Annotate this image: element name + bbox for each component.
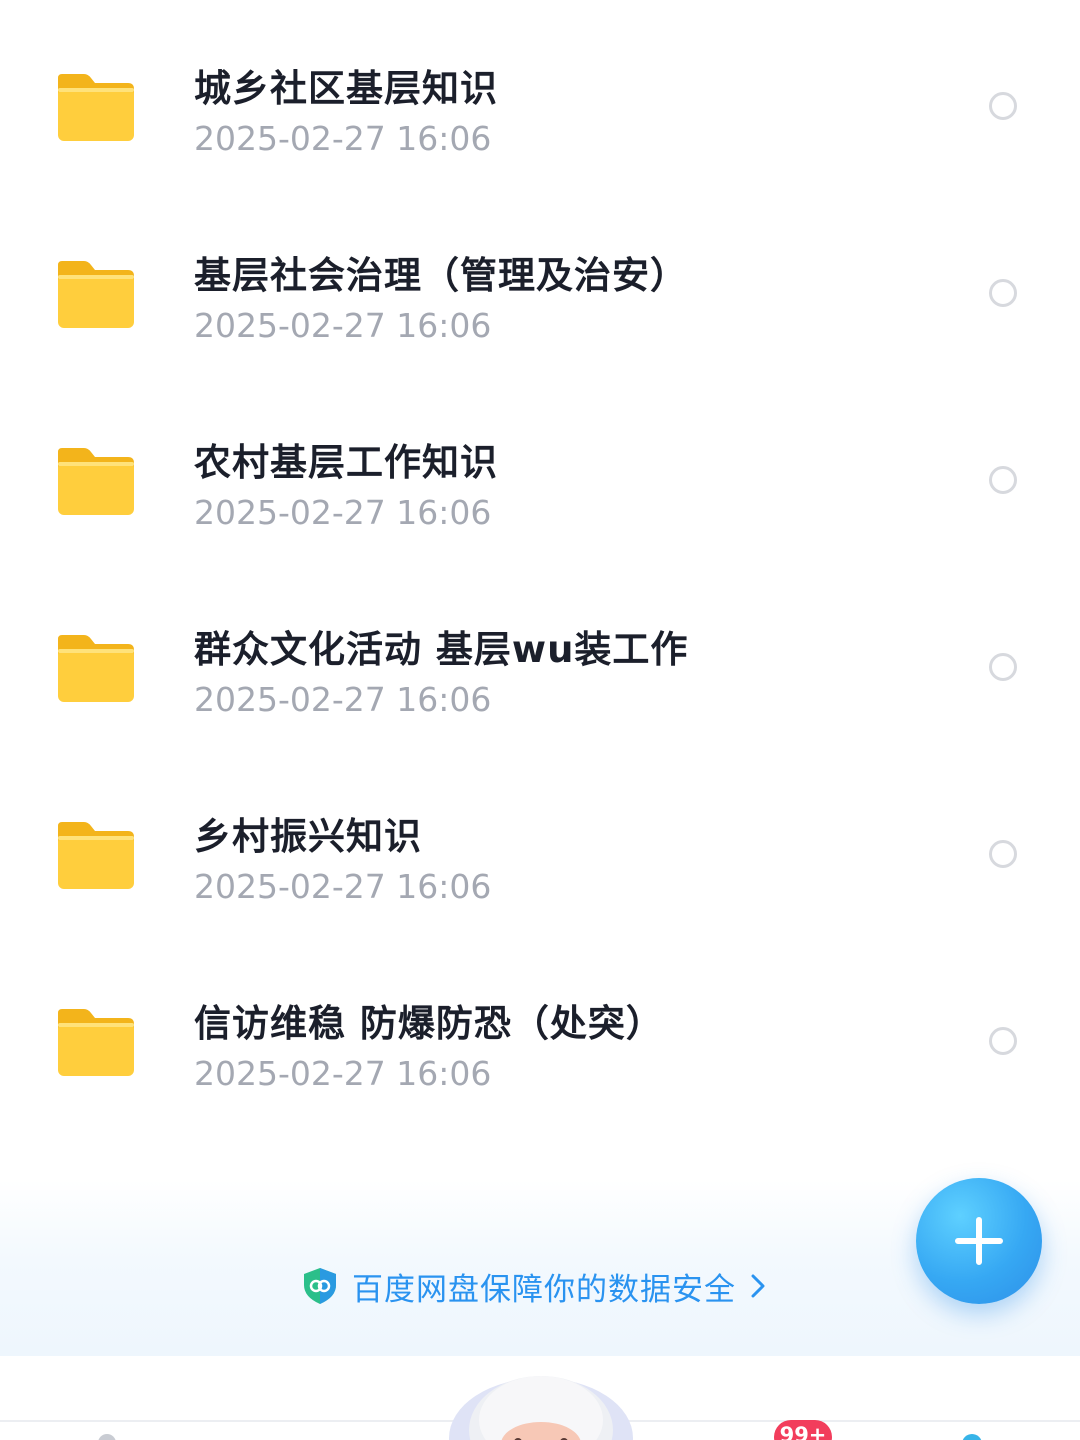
file-name: 农村基层工作知识 <box>194 441 498 484</box>
folder-icon <box>56 1007 136 1077</box>
file-name: 城乡社区基层知识 <box>194 67 498 110</box>
select-radio[interactable] <box>989 653 1017 681</box>
select-radio[interactable] <box>989 92 1017 120</box>
folder-icon <box>56 72 136 142</box>
file-date: 2025-02-27 16:06 <box>194 1054 492 1093</box>
file-row-2[interactable]: 农村基层工作知识 2025-02-27 16:06 <box>0 388 1080 575</box>
file-name: 信访维稳 防爆防恐（处突） <box>194 1002 664 1045</box>
select-radio[interactable] <box>989 279 1017 307</box>
file-list: 城乡社区基层知识 2025-02-27 16:06 基层社会治理（管理及治安） … <box>0 14 1080 1136</box>
security-text: 百度网盘保障你的数据安全 <box>352 1271 736 1308</box>
tab-profile-icon[interactable] <box>962 1434 982 1440</box>
file-date: 2025-02-27 16:06 <box>194 493 492 532</box>
shield-icon <box>304 1268 336 1304</box>
folder-icon <box>56 259 136 329</box>
file-row-3[interactable]: 群众文化活动 基层wu装工作 2025-02-27 16:06 <box>0 575 1080 762</box>
tab-home-icon[interactable] <box>98 1434 116 1440</box>
select-radio[interactable] <box>989 840 1017 868</box>
security-link[interactable]: 百度网盘保障你的数据安全 <box>302 1266 768 1308</box>
select-radio[interactable] <box>989 1027 1017 1055</box>
security-banner: 百度网盘保障你的数据安全 <box>0 1180 1080 1356</box>
add-button[interactable] <box>916 1178 1042 1304</box>
tab-bar: 99+ <box>0 1356 1080 1440</box>
file-name: 基层社会治理（管理及治安） <box>194 254 688 297</box>
chevron-right-icon <box>751 1274 765 1298</box>
file-row-0[interactable]: 城乡社区基层知识 2025-02-27 16:06 <box>0 14 1080 201</box>
file-name: 群众文化活动 基层wu装工作 <box>194 628 689 671</box>
notification-badge: 99+ <box>774 1420 832 1440</box>
file-date: 2025-02-27 16:06 <box>194 867 492 906</box>
mascot-icon[interactable] <box>446 1368 636 1440</box>
folder-icon <box>56 633 136 703</box>
screen: 城乡社区基层知识 2025-02-27 16:06 基层社会治理（管理及治安） … <box>0 0 1080 1440</box>
file-date: 2025-02-27 16:06 <box>194 306 492 345</box>
plus-icon <box>955 1217 1003 1265</box>
folder-icon <box>56 446 136 516</box>
file-row-4[interactable]: 乡村振兴知识 2025-02-27 16:06 <box>0 762 1080 949</box>
folder-icon <box>56 820 136 890</box>
file-row-1[interactable]: 基层社会治理（管理及治安） 2025-02-27 16:06 <box>0 201 1080 388</box>
file-date: 2025-02-27 16:06 <box>194 680 492 719</box>
select-radio[interactable] <box>989 466 1017 494</box>
file-date: 2025-02-27 16:06 <box>194 119 492 158</box>
file-name: 乡村振兴知识 <box>194 815 422 858</box>
file-row-5[interactable]: 信访维稳 防爆防恐（处突） 2025-02-27 16:06 <box>0 949 1080 1136</box>
